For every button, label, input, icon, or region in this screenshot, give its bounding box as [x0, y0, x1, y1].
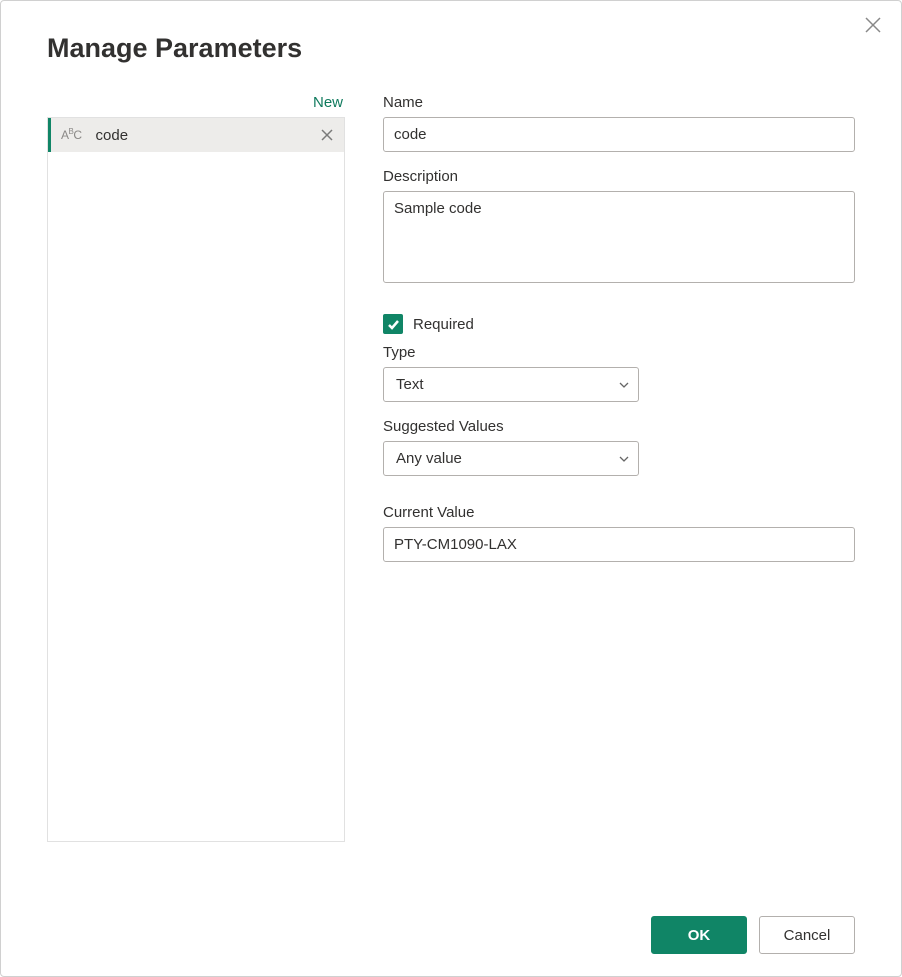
parameter-list-item[interactable]: ABC code [48, 118, 344, 152]
current-value-label: Current Value [383, 504, 855, 521]
parameter-item-name: code [96, 127, 318, 144]
suggested-values-select[interactable]: Any value [383, 441, 639, 476]
text-type-icon: ABC [61, 128, 82, 142]
required-label: Required [413, 316, 474, 333]
remove-parameter-icon[interactable] [318, 126, 336, 144]
name-label: Name [383, 94, 855, 111]
type-label: Type [383, 344, 855, 361]
new-parameter-link[interactable]: New [47, 94, 345, 117]
type-select[interactable]: Text [383, 367, 639, 402]
parameter-form: Name Description Sample code Required Ty… [383, 94, 855, 842]
description-input[interactable]: Sample code [383, 191, 855, 283]
cancel-button[interactable]: Cancel [759, 916, 855, 954]
description-label: Description [383, 168, 855, 185]
dialog-title: Manage Parameters [1, 1, 901, 64]
parameter-list: ABC code [47, 117, 345, 842]
required-checkbox[interactable] [383, 314, 403, 334]
suggested-values-label: Suggested Values [383, 418, 855, 435]
ok-button[interactable]: OK [651, 916, 747, 954]
name-input[interactable] [383, 117, 855, 152]
dialog-footer: OK Cancel [651, 916, 855, 954]
parameter-list-pane: New ABC code [47, 94, 345, 842]
close-icon[interactable] [863, 15, 883, 35]
current-value-input[interactable] [383, 527, 855, 562]
